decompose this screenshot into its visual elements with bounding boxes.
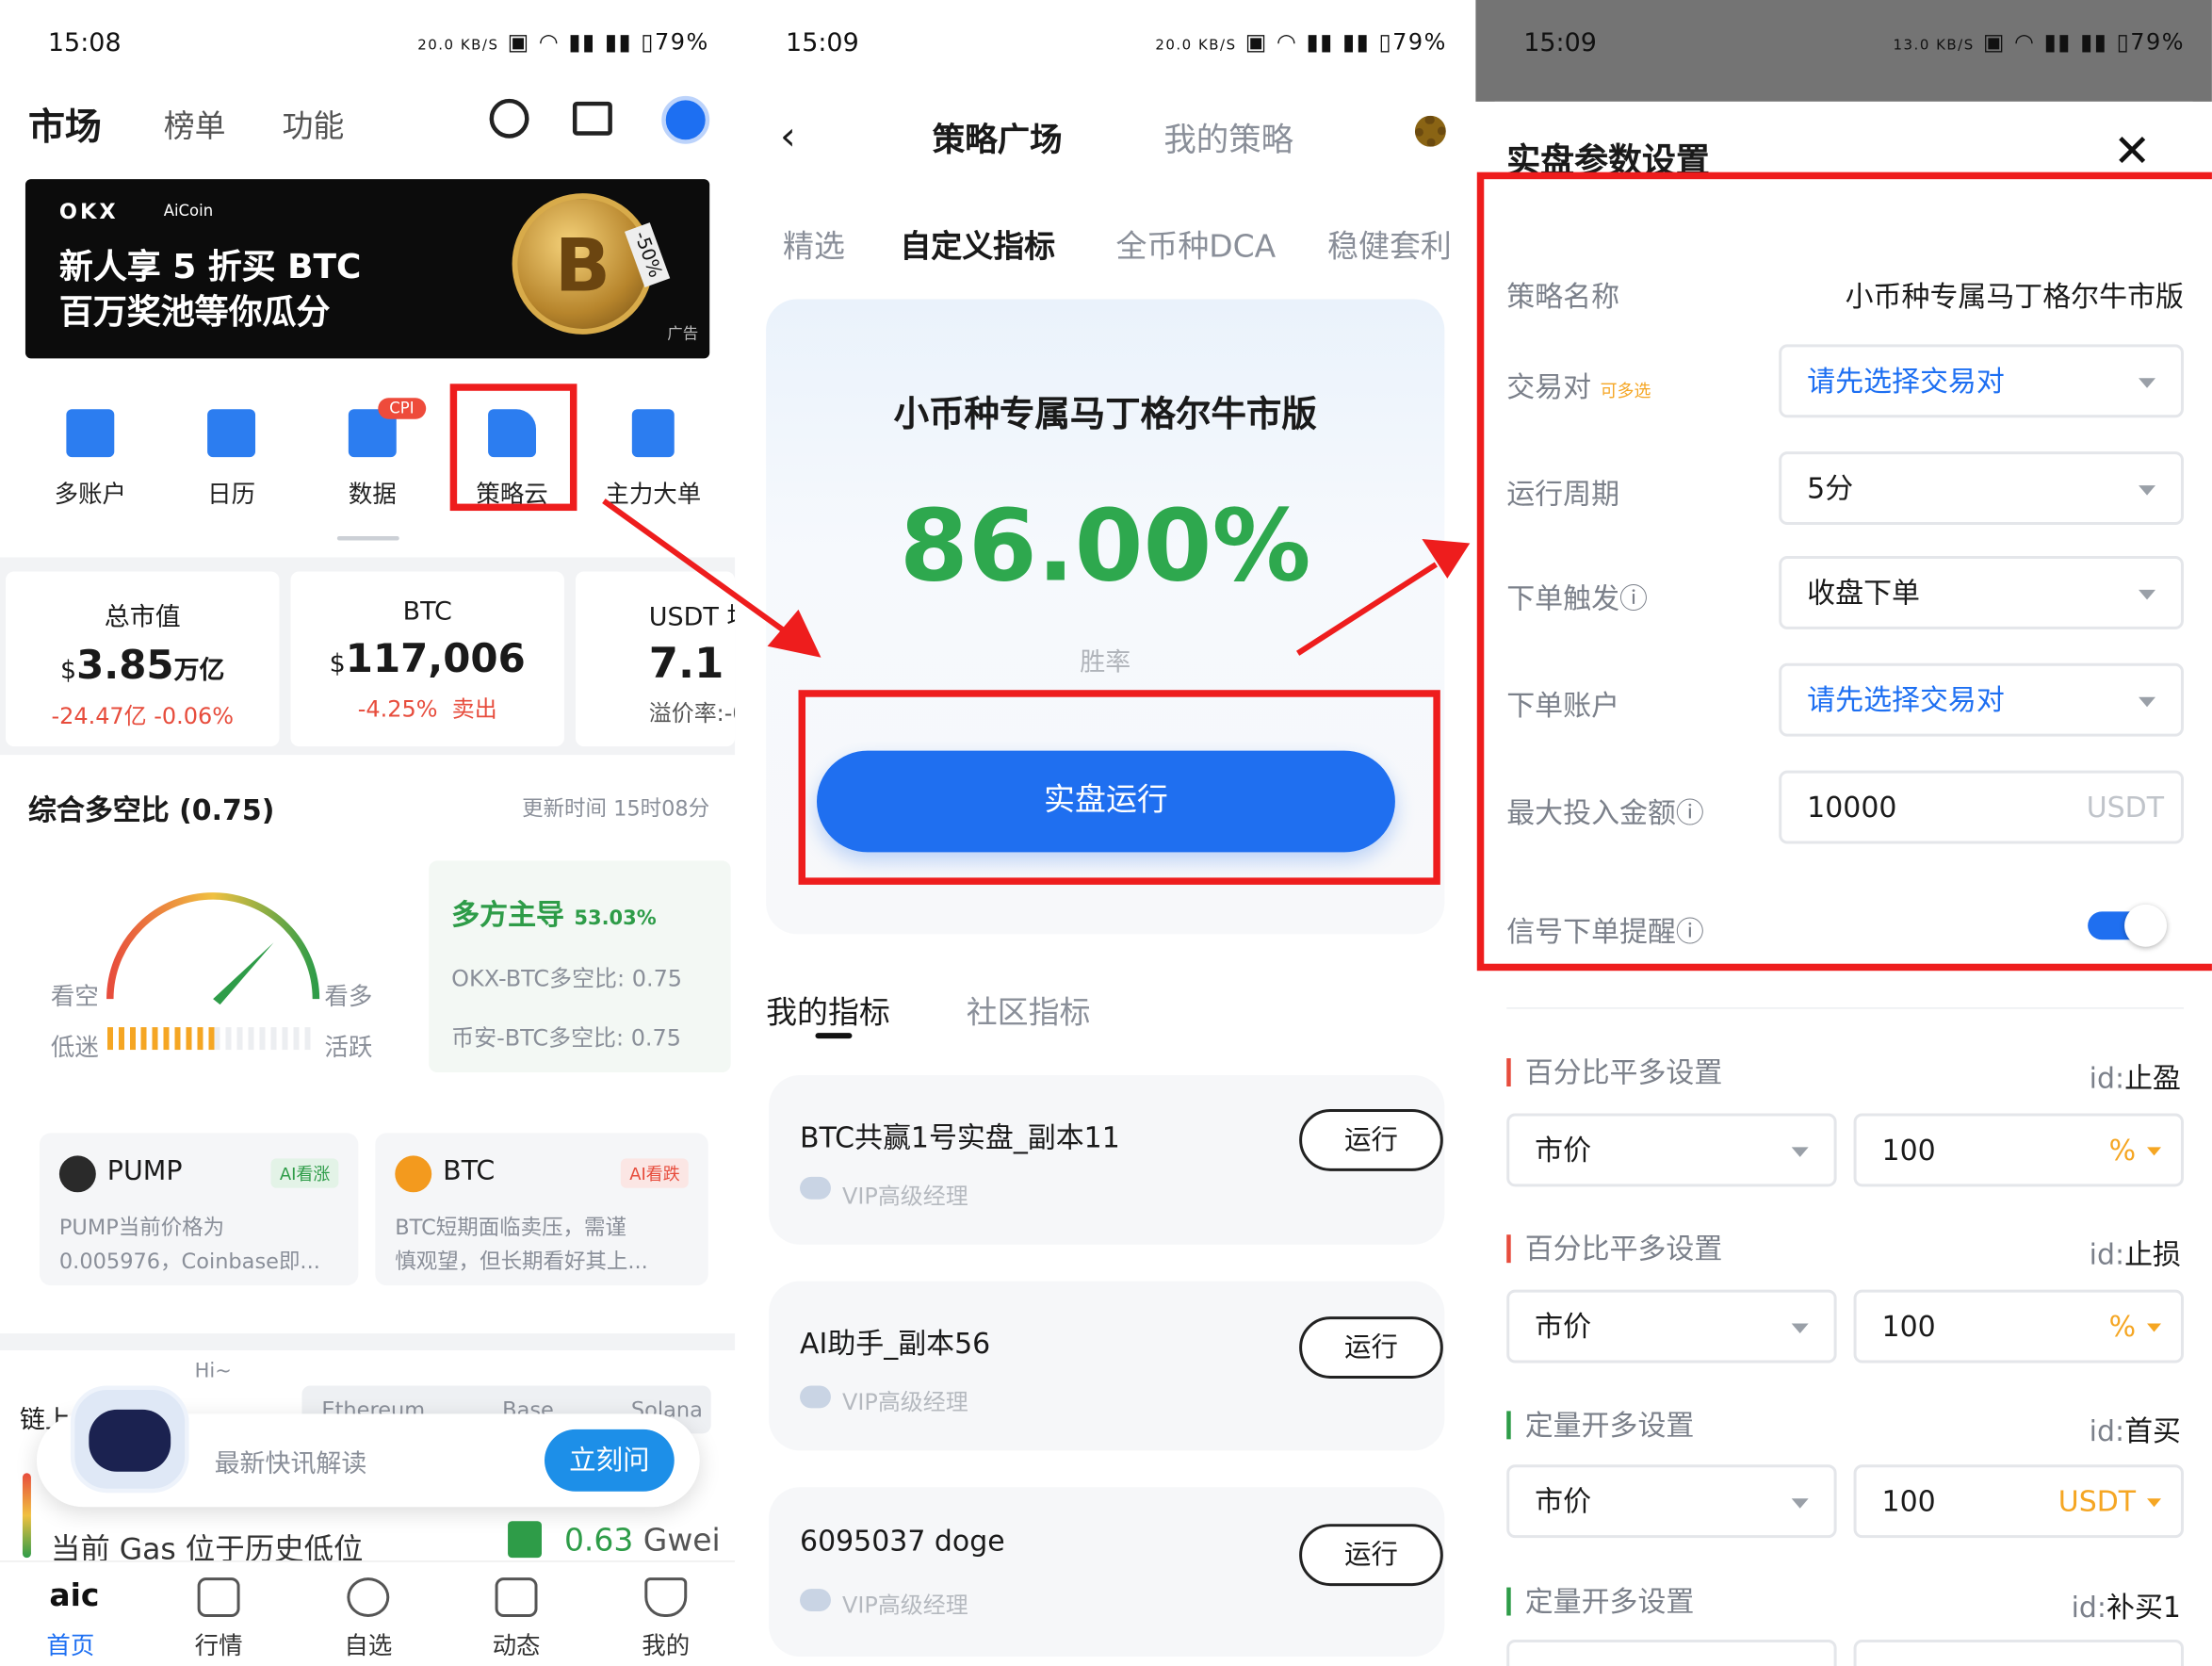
- annotation-arrows: [602, 498, 1471, 658]
- arrow-head: [1422, 539, 1471, 579]
- arrow-line: [1295, 562, 1438, 656]
- arrow-line: [602, 498, 792, 638]
- arrow-head: [767, 609, 821, 658]
